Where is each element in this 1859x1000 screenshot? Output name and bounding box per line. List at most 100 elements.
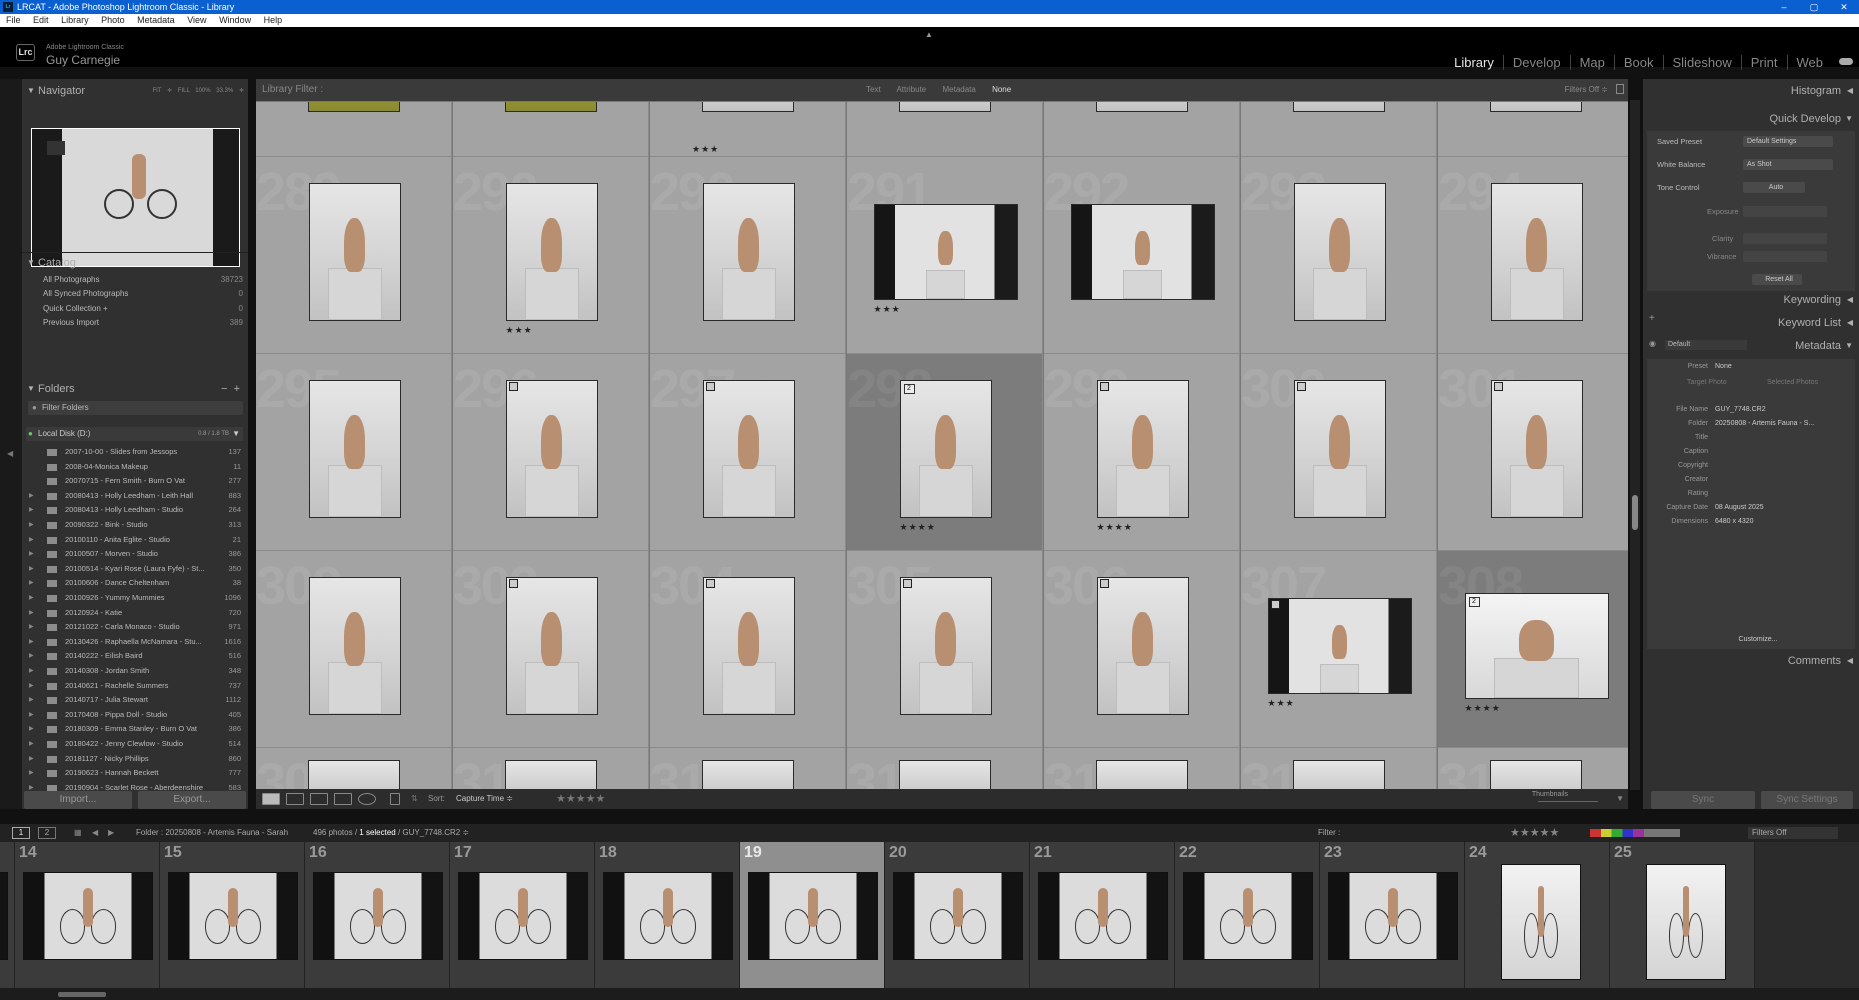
eye-icon[interactable]: ◉ [1649, 339, 1656, 348]
adjusted-badge-icon[interactable] [1270, 599, 1280, 609]
filmstrip-thumbnail[interactable] [1183, 872, 1313, 960]
navigator-preview[interactable] [31, 128, 240, 267]
adjusted-badge-icon[interactable] [705, 578, 715, 588]
histogram-header[interactable]: Histogram [1791, 81, 1841, 101]
filmstrip-cell[interactable]: 16 [305, 842, 450, 988]
grid-cell[interactable]: 290 ★★★ [453, 157, 649, 354]
keyword-list-header[interactable]: Keyword List [1778, 313, 1841, 333]
grid-cell[interactable]: 298 2 ★★★★ [847, 354, 1043, 551]
filmstrip-cell[interactable]: 23 [1320, 842, 1465, 988]
folder-item[interactable]: 20070715 - Fern Smith - Burn O Vat 277 [27, 474, 243, 489]
menu-photo[interactable]: Photo [101, 15, 125, 25]
folder-item[interactable]: ▶ 20100507 - Morven - Studio 386 [27, 547, 243, 562]
filmstrip-cell[interactable]: 13 [0, 842, 15, 988]
photo-thumbnail[interactable] [899, 379, 992, 518]
filmstrip-cell[interactable]: 19 [740, 842, 885, 988]
grid-scrollbar[interactable] [1630, 100, 1640, 790]
grid-cell[interactable]: 304 [650, 551, 846, 748]
expand-triangle-icon[interactable]: ▶ [29, 722, 34, 737]
sync-settings-button[interactable]: Sync Settings [1761, 791, 1853, 809]
grid-cell[interactable]: 292 [1044, 157, 1240, 354]
filmstrip-thumbnail[interactable] [1328, 872, 1458, 960]
expand-triangle-icon[interactable]: ▶ [29, 693, 34, 708]
filmstrip-thumbnail[interactable] [313, 872, 443, 960]
keywording-header[interactable]: Keywording [1784, 290, 1841, 310]
folder-item[interactable]: ▶ 20140717 - Julia Stewart 1112 [27, 693, 243, 708]
adjusted-badge-icon[interactable] [508, 381, 518, 391]
menu-metadata[interactable]: Metadata [137, 15, 175, 25]
volume-row[interactable]: ● Local Disk (D:) 0.8 / 1.8 TB ▼ [26, 427, 243, 441]
menu-edit[interactable]: Edit [33, 15, 49, 25]
filmstrip-source[interactable]: Folder : 20250808 - Artemis Fauna - Sara… [136, 824, 288, 842]
module-print[interactable]: Print [1740, 55, 1778, 70]
white-balance-select[interactable]: As Shot [1743, 159, 1833, 170]
grid-cell[interactable]: 306 [1044, 551, 1240, 748]
photo-thumbnail[interactable] [505, 760, 597, 789]
photo-thumbnail[interactable] [1096, 102, 1188, 112]
folders-header[interactable]: ▼ Folders − + [22, 379, 248, 399]
painter-icon[interactable] [390, 793, 400, 805]
filmstrip-scroll-thumb[interactable] [58, 992, 106, 997]
grid-cell[interactable]: 312 [847, 748, 1043, 789]
grid-view-icon[interactable] [262, 793, 280, 805]
grid-cell[interactable]: 294 [1438, 157, 1628, 354]
back-arrow-icon[interactable]: ◀ [92, 824, 98, 842]
catalog-item[interactable]: All Synced Photographs 0 [43, 287, 243, 301]
adjusted-badge-icon[interactable] [1296, 381, 1306, 391]
zoom-fill[interactable]: FILL [178, 88, 190, 94]
forward-arrow-icon[interactable]: ▶ [108, 824, 114, 842]
expand-triangle-icon[interactable]: ▶ [29, 591, 34, 606]
photo-thumbnail[interactable] [1293, 102, 1385, 112]
comments-header[interactable]: Comments [1788, 651, 1841, 671]
photo-thumbnail[interactable] [873, 203, 1018, 300]
metadata-field-value[interactable] [1713, 488, 1853, 499]
import-button[interactable]: Import... [24, 791, 132, 809]
folder-item[interactable]: ▶ 20100926 - Yummy Mummies 1096 [27, 591, 243, 606]
photo-thumbnail[interactable] [308, 760, 400, 789]
folder-item[interactable]: ▶ 20130426 - Raphaella McNamara - Stu... 1… [27, 635, 243, 650]
photo-thumbnail[interactable] [702, 576, 795, 715]
stack-count-badge[interactable]: 2 [903, 383, 915, 394]
filmstrip-scrollbar[interactable] [0, 988, 1859, 1000]
folder-item[interactable]: ▶ 20140222 - Eilish Baird 516 [27, 649, 243, 664]
folder-item[interactable]: ▶ 20100514 - Kyari Rose (Laura Fyfe) - St… [27, 562, 243, 577]
expand-triangle-icon[interactable]: ◀ [1847, 313, 1853, 333]
filmstrip-thumbnail[interactable] [23, 872, 153, 960]
close-button[interactable]: ✕ [1829, 0, 1859, 14]
filmstrip-thumbnail[interactable] [458, 872, 588, 960]
menu-view[interactable]: View [187, 15, 206, 25]
exposure-buttons[interactable] [1743, 206, 1827, 217]
photo-thumbnail[interactable] [899, 760, 991, 789]
expand-triangle-icon[interactable]: ▶ [29, 737, 34, 752]
vibrance-buttons[interactable] [1743, 251, 1827, 262]
lock-icon[interactable] [1616, 84, 1624, 94]
quick-develop-header[interactable]: Quick Develop [1769, 109, 1841, 129]
metadata-field-value[interactable]: GUY_7748.CR2 [1713, 404, 1853, 415]
export-button[interactable]: Export... [138, 791, 246, 809]
minimize-button[interactable]: – [1769, 0, 1799, 14]
grid-cell[interactable]: 299 ★★★★ [1044, 354, 1240, 551]
filmstrip-cell[interactable]: 25 [1610, 842, 1755, 988]
grid-cell[interactable]: 305 [847, 551, 1043, 748]
grid-cell[interactable]: 303 [453, 551, 649, 748]
grid-cell[interactable]: 313 [1044, 748, 1240, 789]
filmstrip-thumbnail[interactable] [168, 872, 298, 960]
photo-thumbnail[interactable] [702, 182, 795, 321]
maximize-button[interactable]: ▢ [1799, 0, 1829, 14]
photo-thumbnail[interactable] [899, 102, 991, 112]
adjusted-badge-icon[interactable] [508, 578, 518, 588]
expand-triangle-icon[interactable]: ▶ [29, 635, 34, 650]
zoom-fit[interactable]: FIT ≑ [153, 88, 173, 94]
expand-triangle-icon[interactable]: ▶ [29, 533, 34, 548]
folder-item[interactable]: ▶ 20180309 - Emma Stanley - Burn O Vat 386 [27, 722, 243, 737]
menu-window[interactable]: Window [219, 15, 251, 25]
filmstrip-thumbnail[interactable] [0, 872, 8, 960]
filmstrip-thumbnail[interactable] [603, 872, 733, 960]
filmstrip-cell[interactable]: 21 [1030, 842, 1175, 988]
people-view-icon[interactable] [358, 793, 376, 805]
filmstrip-cell[interactable]: 14 [15, 842, 160, 988]
module-web[interactable]: Web [1786, 55, 1823, 70]
expand-triangle-icon[interactable]: ▶ [29, 547, 34, 562]
folder-item[interactable]: 2007-10-00 - Slides from Jessops 137 [27, 445, 243, 460]
navigator-header[interactable]: ▼ Navigator FIT ≑ FILL 100% 33.3% ≑ [22, 81, 248, 101]
